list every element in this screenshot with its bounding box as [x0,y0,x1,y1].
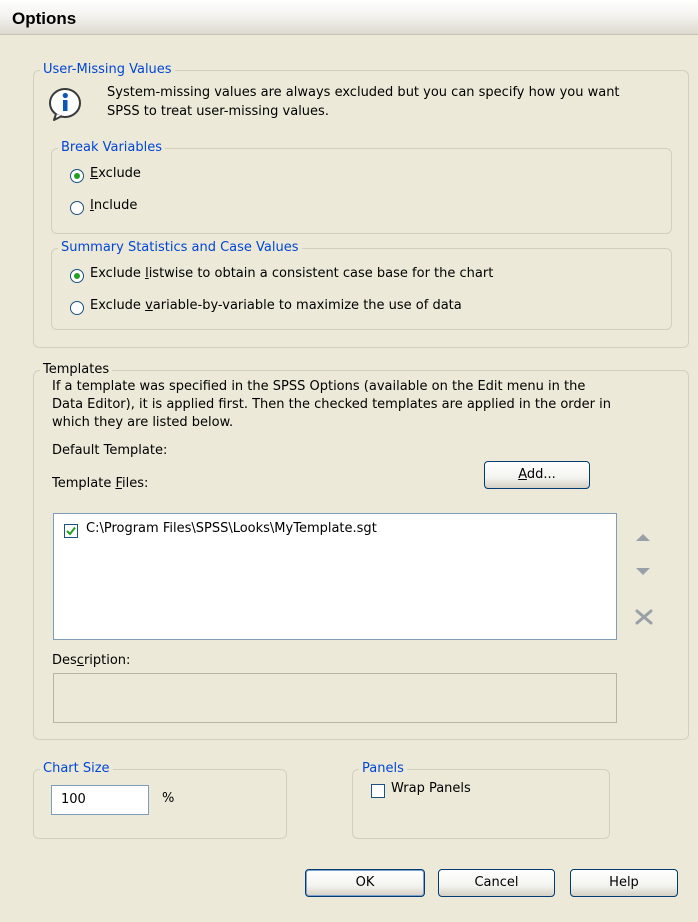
template-files-list[interactable]: C:\Program Files\SPSS\Looks\MyTemplate.s… [53,513,617,640]
break-variables-group: Break Variables Exclude Include [51,139,672,234]
info-icon [49,88,81,121]
radio-exclude-listwise-label[interactable]: Exclude listwise to obtain a consistent … [90,266,493,281]
chart-size-input[interactable]: 100 [51,785,149,815]
dialog-title: Options [12,9,77,28]
add-template-button[interactable]: Add... [484,461,590,489]
templates-legend: Templates [40,361,113,379]
chart-size-legend: Chart Size [40,760,113,778]
arrow-down-icon[interactable] [634,565,652,577]
templates-text-line-3: which they are listed below. [52,415,234,430]
radio-include-button[interactable] [70,201,84,215]
user-missing-values-legend: User-Missing Values [40,61,175,79]
checkmark-icon [66,526,76,536]
template-file-checkbox[interactable] [64,524,78,538]
radio-selected-dot [74,273,80,279]
radio-include-label[interactable]: Include [90,198,137,213]
panels-group: Panels Wrap Panels [352,760,610,839]
radio-exclude-variable-button[interactable] [70,301,84,315]
chart-size-value: 100 [61,792,86,807]
templates-text-line-2: Data Editor), it is applied first. Then … [52,397,611,412]
help-button[interactable]: Help [570,869,678,897]
info-text-line-2: SPSS to treat user-missing values. [107,104,329,119]
chart-size-unit: % [162,791,175,806]
description-label: Description: [52,653,131,668]
default-template-label: Default Template: [52,443,168,458]
templates-text-line-1: If a template was specified in the SPSS … [52,379,586,394]
description-area [53,673,617,723]
user-missing-values-group: User-Missing Values System-missing value… [33,61,689,348]
summary-statistics-legend: Summary Statistics and Case Values [58,239,302,257]
info-text-line-1: System-missing values are always exclude… [107,85,620,100]
radio-selected-dot [74,173,80,179]
wrap-panels-label[interactable]: Wrap Panels [391,781,471,796]
radio-exclude-button[interactable] [70,169,84,183]
break-variables-legend: Break Variables [58,139,166,157]
panels-legend: Panels [359,760,407,778]
summary-statistics-group: Summary Statistics and Case Values Exclu… [51,239,672,330]
template-files-label: Template Files: [52,476,149,491]
cancel-button[interactable]: Cancel [438,869,555,897]
chart-size-group: Chart Size 100 % [33,760,287,839]
title-bar: Options [0,0,698,35]
template-file-path: C:\Program Files\SPSS\Looks\MyTemplate.s… [86,521,377,536]
radio-exclude-listwise-button[interactable] [70,269,84,283]
radio-exclude-label[interactable]: Exclude [90,166,141,181]
arrow-up-icon[interactable] [634,531,652,543]
remove-x-icon[interactable] [634,609,654,625]
ok-button[interactable]: OK [305,869,425,897]
templates-group: Templates If a template was specified in… [33,361,689,740]
radio-exclude-variable-label[interactable]: Exclude variable-by-variable to maximize… [90,298,462,313]
wrap-panels-checkbox[interactable] [371,784,385,798]
